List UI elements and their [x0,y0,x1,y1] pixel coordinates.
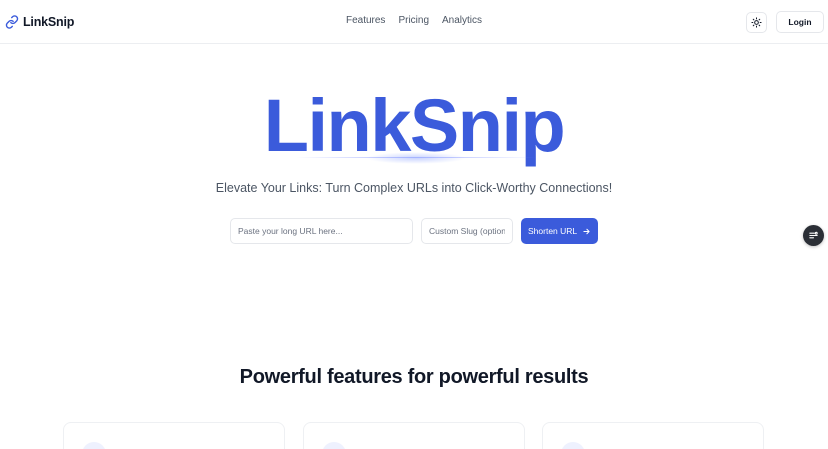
hero-glow [366,152,466,164]
theme-toggle-button[interactable] [746,12,767,33]
feature-icon [322,442,346,449]
main-nav: Features Pricing Analytics [0,15,828,26]
feature-icon [82,442,106,449]
features-section-title: Powerful features for powerful results [239,366,589,388]
feature-icon [561,442,585,449]
sun-icon [751,17,762,28]
custom-slug-input[interactable] [421,218,513,244]
long-url-input[interactable] [230,218,413,244]
feature-card [303,422,525,449]
shorten-url-label: Shorten URL [528,226,578,236]
nav-link-pricing[interactable]: Pricing [398,15,429,26]
arrow-right-icon [583,228,590,234]
nav-link-features[interactable]: Features [346,15,385,26]
login-button[interactable]: Login [776,11,824,33]
floating-menu-button[interactable] [803,225,824,246]
feature-card [63,422,285,449]
shorten-url-button[interactable]: Shorten URL [521,218,598,244]
feature-card [542,422,764,449]
list-filter-icon [809,231,818,239]
hero-tagline: Elevate Your Links: Turn Complex URLs in… [215,181,613,195]
top-navbar: LinkSnip Features Pricing Analytics Logi… [0,0,828,44]
nav-link-analytics[interactable]: Analytics [442,15,482,26]
